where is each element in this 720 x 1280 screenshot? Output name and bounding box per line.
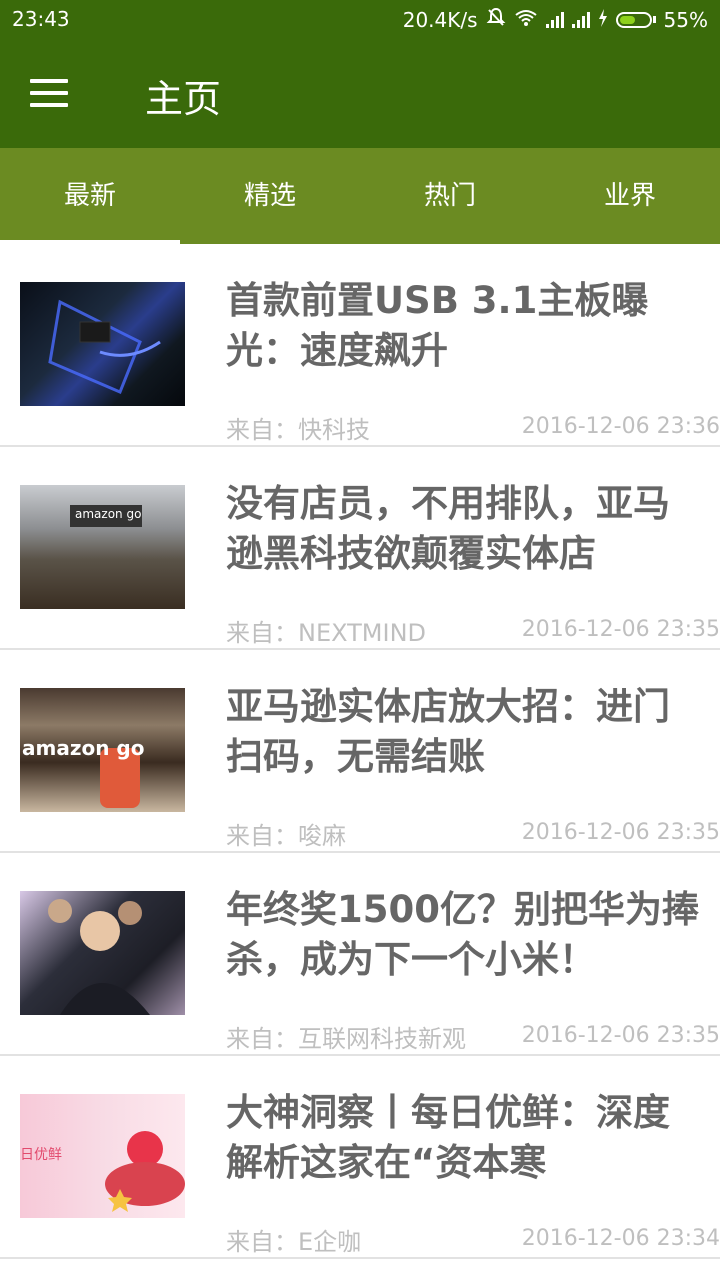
tab-bar: 最新 精选 热门 业界 — [0, 148, 720, 244]
tab-latest[interactable]: 最新 — [0, 148, 180, 244]
article-item[interactable]: amazon go 没有店员，不用排队，亚马逊黑科技欲颠覆实体店 来自：NEXT… — [0, 447, 720, 650]
article-thumbnail: amazon go — [20, 688, 185, 812]
article-title: 年终奖1500亿？别把华为捧杀，成为下一个小米！ — [226, 888, 699, 981]
app-bar: 主页 — [0, 38, 720, 148]
menu-icon[interactable] — [30, 70, 82, 116]
article-thumbnail — [20, 282, 185, 406]
article-title: 没有店员，不用排队，亚马逊黑科技欲颠覆实体店 — [226, 482, 670, 575]
charging-icon — [598, 8, 608, 32]
signal-2-icon — [571, 11, 590, 28]
article-date: 2016-12-06 23:35 — [521, 820, 720, 845]
wifi-icon — [514, 8, 538, 32]
article-source: 来自：快科技 — [226, 416, 370, 444]
article-item[interactable]: 日优鲜 大神洞察丨每日优鲜：深度解析这家在“资本寒 来自：E企咖 2016-12… — [0, 1056, 720, 1259]
mute-bell-icon — [486, 7, 506, 32]
tab-featured[interactable]: 精选 — [180, 148, 360, 244]
article-item[interactable]: amazon go 亚马逊实体店放大招：进门扫码，无需结账 来自：唆麻 2016… — [0, 650, 720, 853]
article-source: 来自：E企咖 — [226, 1228, 362, 1256]
article-date: 2016-12-06 23:36 — [521, 414, 720, 439]
article-item[interactable]: 年终奖1500亿？别把华为捧杀，成为下一个小米！ 来自：互联网科技新观 2016… — [0, 853, 720, 1056]
store-sign-text: amazon go — [22, 736, 145, 760]
article-item[interactable]: 首款前置USB 3.1主板曝光：速度飙升 来自：快科技 2016-12-06 2… — [0, 244, 720, 447]
article-date: 2016-12-06 23:34 — [521, 1226, 720, 1251]
article-source: 来自：互联网科技新观 — [226, 1025, 466, 1053]
article-date: 2016-12-06 23:35 — [521, 1023, 720, 1048]
article-title: 大神洞察丨每日优鲜：深度解析这家在“资本寒 — [226, 1091, 670, 1184]
article-source: 来自：唆麻 — [226, 822, 346, 850]
status-bar: 23:43 20.4K/s 55% — [0, 0, 720, 38]
store-sign-text: amazon go — [75, 507, 142, 521]
tab-industry[interactable]: 业界 — [540, 148, 720, 244]
article-thumbnail: amazon go — [20, 485, 185, 609]
article-thumbnail — [20, 891, 185, 1015]
article-list: 首款前置USB 3.1主板曝光：速度飙升 来自：快科技 2016-12-06 2… — [0, 244, 720, 1259]
battery-icon — [615, 11, 656, 28]
tab-hot[interactable]: 热门 — [360, 148, 540, 244]
article-thumbnail: 日优鲜 — [20, 1094, 185, 1218]
signal-1-icon — [545, 11, 564, 28]
status-icons: 20.4K/s 55% — [403, 7, 708, 32]
article-title: 首款前置USB 3.1主板曝光：速度飙升 — [226, 279, 649, 372]
article-title: 亚马逊实体店放大招：进门扫码，无需结账 — [226, 685, 670, 778]
battery-percent: 55% — [663, 7, 708, 32]
network-speed: 20.4K/s — [402, 7, 478, 32]
page-title: 主页 — [145, 77, 222, 121]
brand-text: 日优鲜 — [20, 1147, 62, 1163]
article-date: 2016-12-06 23:35 — [521, 617, 720, 642]
status-time: 23:43 — [12, 7, 70, 31]
article-source: 来自：NEXTMIND — [226, 619, 427, 647]
